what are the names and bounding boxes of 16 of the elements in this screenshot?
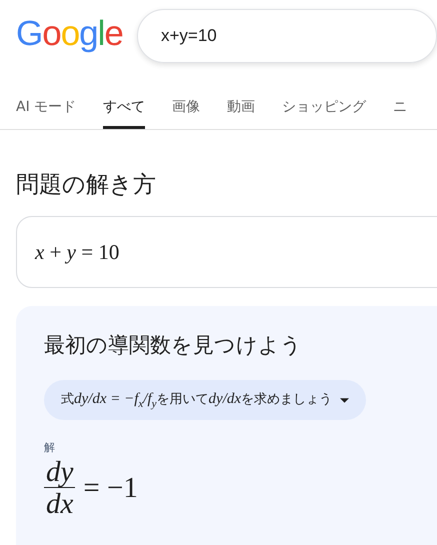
tab[interactable]: AI モード: [16, 94, 76, 129]
google-logo[interactable]: Google: [16, 14, 137, 54]
answer-label: 解: [44, 440, 56, 455]
step-dropdown[interactable]: 式dy/dx = −f$_{x}$/f$_{y}$を用いてdy/dxを求めましょう: [44, 380, 366, 420]
tab[interactable]: 画像: [172, 94, 200, 129]
denominator: dx: [46, 488, 74, 520]
step-title: 最初の導関数を見つけよう: [44, 332, 303, 359]
answer-value: = −1: [83, 472, 138, 505]
tab[interactable]: 動画: [227, 94, 256, 129]
tab[interactable]: すべて: [103, 94, 146, 129]
section-heading: 問題の解き方: [16, 171, 157, 200]
tab[interactable]: ショッピング: [282, 94, 366, 129]
search-field[interactable]: x+y=10: [137, 9, 437, 63]
problem-input[interactable]: x + y = 10: [16, 216, 437, 288]
numerator: dy: [44, 457, 76, 488]
tab[interactable]: ニ: [393, 94, 408, 129]
